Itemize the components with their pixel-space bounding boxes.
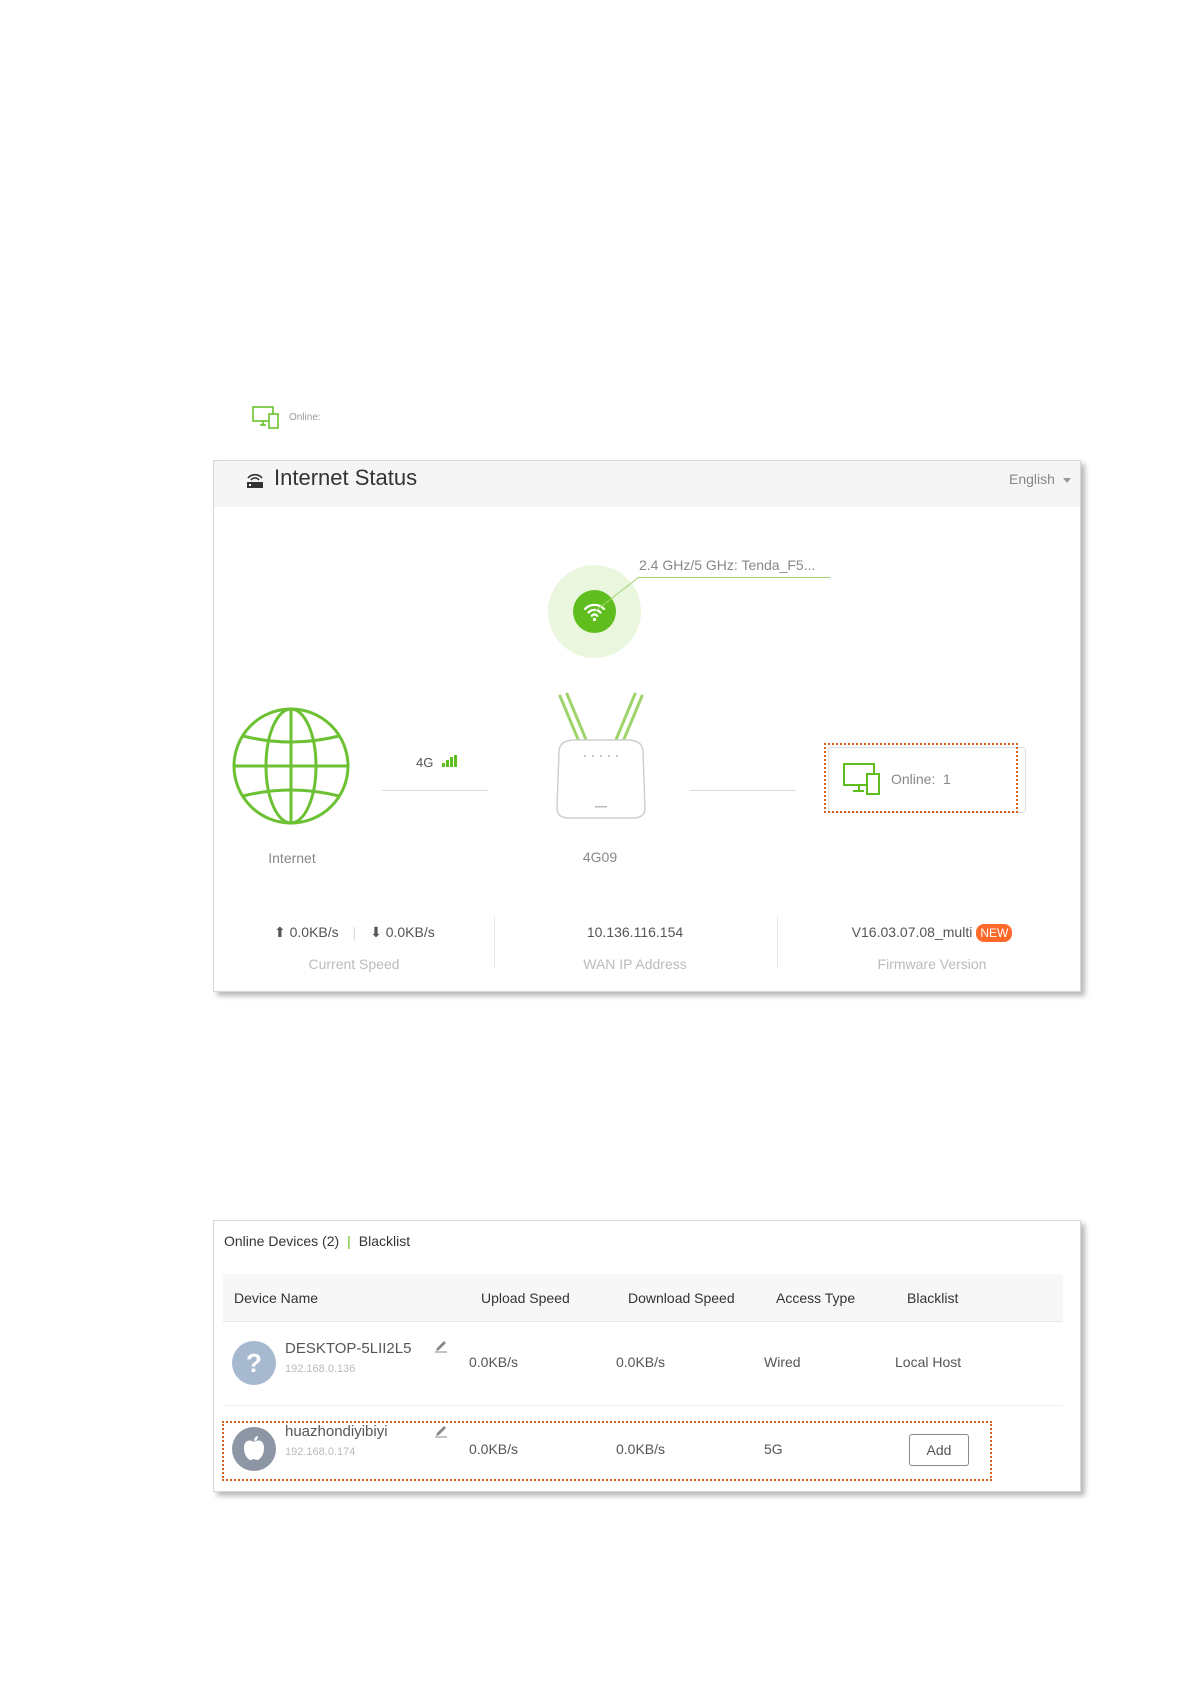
current-speed-value: ⬆ 0.0KB/s | ⬇ 0.0KB/s — [274, 924, 435, 941]
signal-bars-icon — [442, 755, 457, 767]
language-select[interactable]: English — [1009, 471, 1055, 487]
wan-ip-value: 10.136.116.154 — [586, 924, 684, 940]
highlight-box — [222, 1421, 992, 1481]
router-signal-icon — [247, 473, 263, 488]
ssid-label[interactable]: 2.4 GHz/5 GHz: Tenda_F5... — [639, 557, 815, 573]
chevron-down-icon[interactable] — [1063, 478, 1071, 483]
question-icon: ? — [232, 1341, 276, 1385]
firmware-version: V16.03.07.08_multi — [851, 924, 973, 940]
internet-label: Internet — [268, 850, 316, 866]
firmware-value: V16.03.07.08_multi NEW — [816, 924, 1048, 942]
download-arrow-icon: ⬇ — [370, 924, 382, 940]
access-type: Wired — [764, 1354, 801, 1370]
column-header: Upload Speed — [481, 1290, 570, 1306]
globe-icon — [232, 707, 350, 825]
download-speed: 0.0KB/s — [385, 924, 435, 940]
caption-online-label: Online: — [289, 412, 321, 423]
download-speed: 0.0KB/s — [616, 1354, 666, 1370]
upload-arrow-icon: ⬆ — [274, 924, 286, 940]
connector-line — [690, 790, 796, 791]
ssid-connector — [594, 576, 640, 613]
blacklist-status: Local Host — [895, 1354, 962, 1370]
column-header: Access Type — [776, 1290, 856, 1306]
internet-status-panel: Internet Status English 2.4 GHz/5 GHz: T… — [213, 460, 1081, 992]
edit-icon[interactable] — [434, 1339, 448, 1353]
row-divider — [223, 1405, 1063, 1406]
ssid-underline — [639, 577, 830, 578]
online-devices-panel: Online Devices (2) | Blacklist Device Name… — [213, 1220, 1081, 1492]
tab-bar: Online Devices (2) | Blacklist — [224, 1233, 410, 1249]
firmware-label: Firmware Version — [877, 956, 987, 972]
tab-blacklist[interactable]: Blacklist — [359, 1233, 410, 1249]
device-model-label: 4G09 — [582, 849, 618, 865]
panel-title: Internet Status — [274, 465, 418, 490]
devices-icon — [252, 406, 279, 429]
new-badge[interactable]: NEW — [976, 924, 1013, 942]
divider — [777, 916, 778, 968]
router-icon[interactable] — [545, 692, 657, 824]
table-header: Device Name Upload Speed Download Speed … — [223, 1274, 1063, 1322]
upload-speed: 0.0KB/s — [289, 924, 339, 940]
divider — [494, 916, 495, 968]
tab-online-devices[interactable]: Online Devices (2) — [224, 1233, 339, 1249]
current-speed-label: Current Speed — [308, 956, 400, 972]
connector-line — [382, 790, 488, 791]
column-header: Device Name — [234, 1290, 319, 1306]
highlight-box — [824, 743, 1018, 813]
divider: | — [352, 924, 357, 940]
column-header: Blacklist — [907, 1290, 959, 1306]
upload-speed: 0.0KB/s — [469, 1354, 519, 1370]
table-row: ? DESKTOP-5LII2L5 192.168.0.136 0.0KB/s … — [214, 1321, 1080, 1405]
device-name: DESKTOP-5LII2L5 — [285, 1340, 412, 1357]
tab-divider: | — [347, 1233, 351, 1249]
device-ip: 192.168.0.136 — [285, 1363, 356, 1375]
wan-ip-label: WAN IP Address — [583, 956, 687, 972]
network-type: 4G — [416, 755, 434, 770]
column-header: Download Speed — [628, 1290, 735, 1306]
